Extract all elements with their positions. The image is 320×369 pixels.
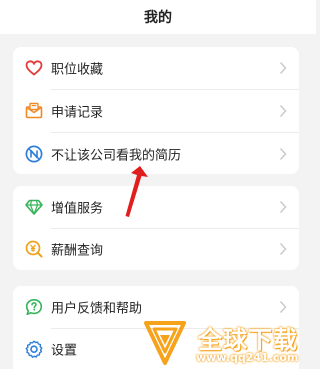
app-screen: 我的 职位收藏 申请记录 不让该公司看我的简历 增值服务 薪酬查询 用户反馈和帮… — [0, 0, 316, 369]
menu-item-label: 职位收藏 — [51, 62, 104, 78]
chevron-right-icon — [279, 201, 287, 213]
menu-card-services: 增值服务 薪酬查询 — [13, 186, 299, 270]
menu-item-block-company[interactable]: 不让该公司看我的简历 — [13, 133, 299, 175]
gear-icon — [25, 340, 43, 358]
watermark-name: 全球下载 — [198, 326, 298, 354]
menu-card-jobs: 职位收藏 申请记录 不让该公司看我的简历 — [13, 47, 299, 174]
heart-icon — [25, 60, 43, 76]
menu-item-label: 薪酬查询 — [51, 243, 104, 259]
menu-item-value-added[interactable]: 增值服务 — [13, 186, 299, 228]
menu-item-salary-query[interactable]: 薪酬查询 — [13, 228, 299, 270]
menu-item-favorites[interactable]: 职位收藏 — [13, 47, 299, 89]
question-bubble-icon — [25, 299, 43, 315]
chevron-right-icon — [279, 105, 287, 117]
chevron-right-icon — [279, 301, 287, 313]
envelope-icon — [25, 102, 43, 119]
menu-item-label: 申请记录 — [51, 105, 104, 121]
nav-bar: 我的 — [0, 0, 316, 34]
block-n-icon — [25, 145, 43, 163]
menu-item-label: 设置 — [51, 343, 78, 359]
menu-item-label: 增值服务 — [51, 201, 104, 217]
menu-item-applications[interactable]: 申请记录 — [13, 90, 299, 132]
menu-item-label: 用户反馈和帮助 — [51, 301, 143, 317]
chevron-right-icon — [279, 148, 287, 160]
watermark-logo-icon — [144, 321, 186, 365]
page-title: 我的 — [144, 10, 172, 26]
watermark: 全球下载 www.qq241.com — [140, 318, 316, 369]
annotation-arrow-icon — [125, 166, 148, 217]
diamond-icon — [25, 199, 43, 215]
chevron-right-icon — [279, 62, 287, 74]
chevron-right-icon — [279, 243, 287, 255]
yuan-search-icon — [25, 240, 43, 258]
watermark-url: www.qq241.com — [196, 351, 299, 364]
